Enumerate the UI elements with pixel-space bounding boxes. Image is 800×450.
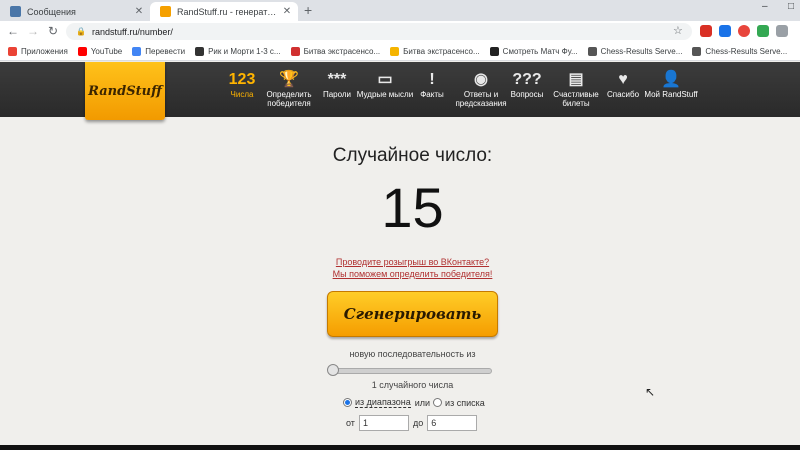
- bookmark-item[interactable]: Chess-Results Serve...: [692, 46, 788, 56]
- maximize-icon[interactable]: □: [788, 1, 794, 12]
- nav-item-label: Мой RandStuff: [644, 90, 698, 99]
- count-slider-thumb[interactable]: [327, 364, 339, 376]
- bookmark-label: Битва экстрасенсо...: [403, 46, 480, 56]
- bookmark-label: Chess-Results Serve...: [705, 46, 788, 56]
- tab-close-icon[interactable]: ✕: [132, 6, 146, 17]
- extension-icon[interactable]: [700, 25, 712, 37]
- main-content: Случайное число: 15 Проводите розыгрыш в…: [0, 117, 800, 445]
- random-number-result: 15: [381, 176, 444, 239]
- bookmark-item[interactable]: Перевести: [132, 46, 186, 56]
- to-input[interactable]: [427, 415, 478, 431]
- bookmark-favicon-icon: [290, 46, 300, 56]
- bookmark-item[interactable]: YouTube: [77, 46, 123, 56]
- forward-icon[interactable]: →: [26, 24, 40, 38]
- bookmark-favicon-icon: [195, 46, 205, 56]
- bookmark-favicon-icon: [587, 46, 597, 56]
- extension-icon[interactable]: [757, 25, 769, 37]
- taskbar-edge: [0, 445, 800, 450]
- tab-close-icon[interactable]: ✕: [280, 6, 294, 17]
- bookmark-label: Смотреть Матч Фу...: [502, 46, 578, 56]
- generate-button[interactable]: Сгенерировать: [327, 291, 498, 337]
- bookmark-star-icon[interactable]: ☆: [673, 24, 683, 37]
- vk-favicon-icon: [10, 6, 21, 17]
- generate-button-label: Сгенерировать: [343, 305, 482, 323]
- radio-list[interactable]: [433, 398, 443, 407]
- bookmark-label: YouTube: [90, 46, 123, 56]
- extensions-puzzle-icon[interactable]: [776, 25, 788, 37]
- range-inputs: от до: [346, 415, 478, 431]
- nav-item-my-randstuff[interactable]: 👤 Мой RandStuff: [641, 68, 701, 99]
- browser-tabstrip: Сообщения ✕ RandStuff.ru - генератор слу…: [0, 0, 800, 21]
- bookmark-item[interactable]: Chess-Results Serve...: [587, 46, 683, 56]
- promo-link-winner[interactable]: Мы поможем определить победителя!: [0, 268, 800, 280]
- extension-icon[interactable]: [738, 25, 750, 37]
- count-label: 1 случайного числа: [371, 380, 454, 390]
- page-title: Случайное число:: [332, 145, 493, 166]
- from-label: от: [346, 418, 355, 428]
- extension-icon[interactable]: [719, 25, 731, 37]
- browser-tab-randstuff[interactable]: RandStuff.ru - генератор случайн ✕: [150, 2, 298, 21]
- minimize-icon[interactable]: –: [762, 1, 768, 12]
- radio-range-label[interactable]: из диапазона: [355, 397, 411, 408]
- promo-block: Проводите розыгрыш во ВКонтакте? Мы помо…: [0, 256, 800, 280]
- browser-toolbar: ← → ↻ 🔒 randstuff.ru/number/ ☆: [0, 21, 800, 42]
- bookmark-label: Приложения: [21, 46, 68, 56]
- promo-link-vk[interactable]: Проводите розыгрыш во ВКонтакте?: [0, 256, 800, 268]
- site-header: RandStuff 123 Числа 🏆 Определить победителя…: [0, 62, 800, 120]
- sequence-label: новую последовательность из: [349, 349, 476, 359]
- count-slider-track[interactable]: [330, 368, 492, 374]
- bookmark-favicon-icon: [132, 46, 142, 56]
- bookmark-label: Перевести: [145, 46, 186, 56]
- randstuff-favicon-icon: [160, 6, 171, 17]
- bookmark-item[interactable]: Битва экстрасенсо...: [390, 46, 480, 56]
- randstuff-logo[interactable]: RandStuff: [85, 62, 165, 120]
- bookmark-label: Битва экстрасенсо...: [303, 46, 381, 56]
- bookmark-item[interactable]: Битва экстрасенсо...: [290, 46, 381, 56]
- bookmark-favicon-icon: [489, 46, 499, 56]
- bookmark-favicon-icon: [77, 46, 87, 56]
- logo-text: RandStuff: [88, 83, 162, 99]
- bookmark-item[interactable]: Рик и Морти 1-3 с...: [195, 46, 281, 56]
- bookmark-favicon-icon: [8, 46, 17, 56]
- tab-title: Сообщения: [27, 6, 76, 17]
- new-tab-icon[interactable]: +: [304, 2, 312, 18]
- radio-range[interactable]: [343, 398, 352, 407]
- tab-title: RandStuff.ru - генератор случайн: [177, 6, 280, 17]
- from-input[interactable]: [358, 415, 409, 431]
- browser-tab-messages[interactable]: Сообщения ✕: [0, 2, 150, 21]
- lock-icon: 🔒: [76, 27, 86, 36]
- bookmark-label: Рик и Морти 1-3 с...: [208, 46, 281, 56]
- nav-my-randstuff-icon: 👤: [661, 70, 681, 88]
- to-label: до: [412, 418, 424, 428]
- bookmark-item[interactable]: Смотреть Матч Фу...: [489, 46, 578, 56]
- url-text: randstuff.ru/number/: [91, 26, 173, 37]
- bookmark-item[interactable]: Приложения: [8, 46, 68, 56]
- radio-or-text: или: [414, 397, 431, 408]
- back-icon[interactable]: ←: [6, 24, 20, 38]
- radio-list-label[interactable]: из списка: [445, 398, 485, 408]
- bookmark-favicon-icon: [390, 46, 400, 56]
- bookmarks-bar: Приложения YouTube Перевести Рик и Морти 1-…: [0, 42, 800, 61]
- address-bar[interactable]: 🔒 randstuff.ru/number/: [66, 23, 692, 40]
- mouse-cursor-icon: ↖: [645, 385, 656, 399]
- bookmark-favicon-icon: [692, 46, 702, 56]
- bookmark-label: Chess-Results Serve...: [600, 46, 683, 56]
- source-radio-group: из диапазона или из списка: [343, 397, 485, 408]
- reload-icon[interactable]: ↻: [46, 24, 60, 38]
